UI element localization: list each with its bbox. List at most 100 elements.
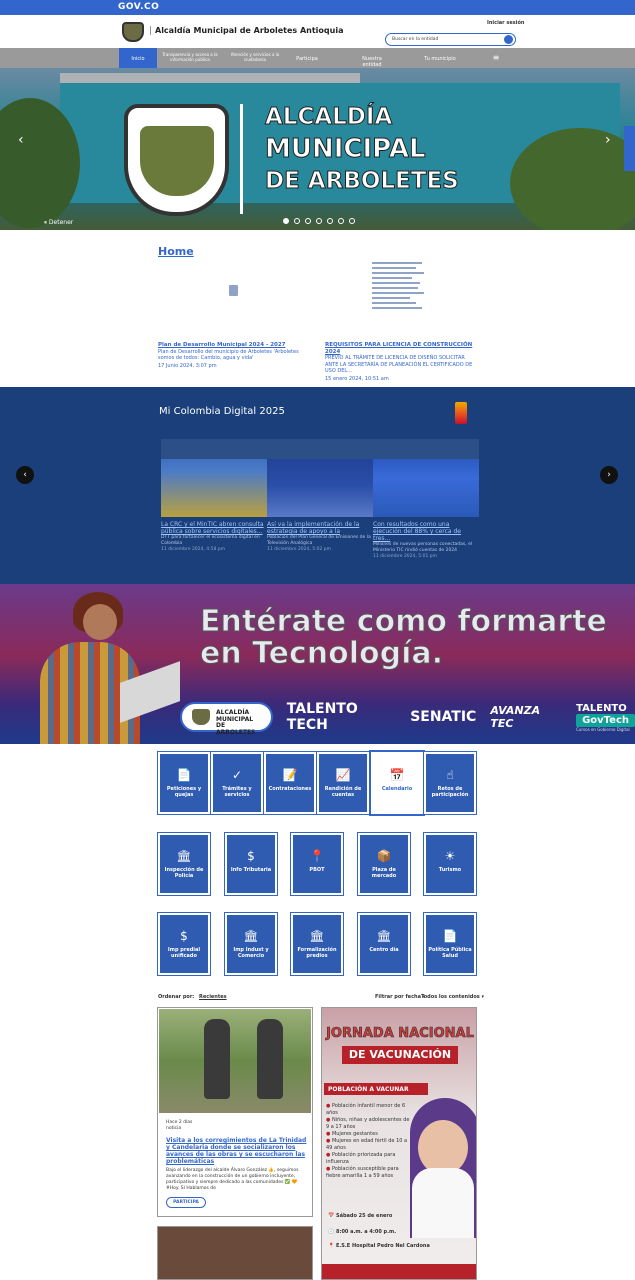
- slider-next-icon[interactable]: ›: [600, 466, 618, 484]
- mi-colombia-digital-section: Mi Colombia Digital 2025 La CRC y el Min…: [0, 387, 635, 584]
- post-title[interactable]: Visita a los corregimientos de La Trinid…: [166, 1137, 311, 1165]
- nav-item-municipio[interactable]: Tu municipio: [420, 48, 460, 68]
- card-title[interactable]: La CRC y el MinTIC abren consulta públic…: [161, 521, 267, 535]
- card-image: [267, 439, 373, 517]
- poster-title-2: DE VACUNACIÓN: [342, 1046, 458, 1064]
- tile-label: Retos de participación: [431, 786, 469, 798]
- nav-item-inicio[interactable]: Inicio: [119, 48, 157, 68]
- card-image-top: [161, 439, 267, 459]
- map-pin-icon: 📍: [309, 849, 325, 863]
- mintic-brand-icon: [455, 402, 467, 424]
- tile-label: Info Tributaria: [230, 867, 272, 873]
- login-link[interactable]: Iniciar sesión: [487, 20, 524, 26]
- news-item[interactable]: REQUISITOS PARA LICENCIA DE CONSTRUCCIÓN…: [325, 342, 477, 382]
- filter-by-date-select[interactable]: Filtrar por fecha ▾: [375, 994, 425, 1000]
- date-text: Sábado 25 de enero: [335, 1213, 393, 1219]
- pause-label: Detener: [48, 219, 74, 226]
- list-item: Población priorizada para influenza: [326, 1152, 414, 1166]
- card-summary: Población del Plan General de Emisiones …: [267, 535, 371, 546]
- hero-carousel[interactable]: ALCALDÍA MUNICIPAL DE ARBOLETES ‹ › ⏸ De…: [0, 68, 635, 230]
- news-item[interactable]: Plan de Desarrollo Municipal 2024 - 2027…: [158, 342, 308, 369]
- tile-tramites[interactable]: ✓ Trámites y servicios: [210, 751, 264, 815]
- news-title[interactable]: REQUISITOS PARA LICENCIA DE CONSTRUCCIÓN…: [325, 342, 477, 355]
- card-title[interactable]: Así va la implementación de la estrategi…: [267, 521, 373, 535]
- poster-title-1: JORNADA NACIONAL: [326, 1026, 474, 1042]
- alcaldia-logo-pill: ALCALDÍA MUNICIPAL DE ARBOLETES: [180, 702, 273, 735]
- search-input[interactable]: Buscar en la entidad: [385, 33, 516, 46]
- person-with-laptop-image: [25, 592, 180, 744]
- shield-inner: [140, 126, 214, 196]
- poster-time: 🕗 8:00 a.m. a 4:00 p.m.: [328, 1229, 397, 1235]
- news-card[interactable]: Con resultados como una ejecución del 88…: [373, 439, 479, 559]
- tile-retos[interactable]: ☝ Retos de participación: [423, 751, 477, 815]
- talento-tech-banner[interactable]: Entérate como formarte en Tecnología. AL…: [0, 584, 635, 744]
- tile-centro-dia[interactable]: 🏛 Centro día: [357, 912, 411, 976]
- carousel-dot[interactable]: [316, 218, 322, 224]
- building-icon: 🏛: [376, 929, 392, 943]
- senatic-logo: SENATIC: [410, 709, 477, 725]
- tile-inspeccion[interactable]: 🏛 Inspección de Policía: [157, 832, 211, 896]
- tile-rendicion[interactable]: 📈 Rendición de cuentas: [316, 751, 370, 815]
- carousel-dot[interactable]: [305, 218, 311, 224]
- news-summary: Plan de Desarrollo del municipio de Arbo…: [158, 348, 299, 362]
- gov-co-logo[interactable]: GOV.CO: [118, 2, 159, 12]
- tile-turismo[interactable]: ☀ Turismo: [423, 832, 477, 896]
- main-nav: Inicio Transparencia y acceso a la infor…: [0, 48, 635, 68]
- carousel-dots: [283, 218, 355, 224]
- carousel-dot[interactable]: [349, 218, 355, 224]
- news-card[interactable]: La CRC y el MinTIC abren consulta públic…: [161, 439, 267, 552]
- nav-item-entidad[interactable]: Nuestra entidad: [352, 48, 392, 68]
- content-type-select[interactable]: Todos los contenidos ▾: [421, 994, 484, 1000]
- news-card[interactable]: Así va la implementación de la estrategi…: [267, 439, 373, 552]
- tile-info-tributaria[interactable]: $ Info Tributaria: [224, 832, 278, 896]
- news-date: 15 enero 2024, 10:51 am: [325, 375, 389, 382]
- tile-peticiones[interactable]: 📄 Peticiones y quejas: [157, 751, 211, 815]
- carousel-dot[interactable]: [327, 218, 333, 224]
- tile-label: Imp Indust y Comercio: [233, 947, 269, 959]
- dollar-icon: $: [247, 849, 255, 863]
- building-icon: 🏛: [243, 929, 259, 943]
- carousel-dot[interactable]: [338, 218, 344, 224]
- list-item: Mujeres en edad fértil de 10 a 49 años: [326, 1138, 414, 1152]
- calendar-icon: 📅: [389, 768, 405, 782]
- site-name[interactable]: Alcaldía Municipal de Arboletes Antioqui…: [150, 26, 343, 35]
- carousel-dot[interactable]: [294, 218, 300, 224]
- tile-plaza-mercado[interactable]: 📦 Plaza de mercado: [357, 832, 411, 896]
- hero-title-line-1: ALCALDÍA: [264, 104, 393, 131]
- govtech-subtitle: Cursos en Gobierno Digital: [576, 726, 630, 732]
- carousel-pause-button[interactable]: ⏸ Detener: [44, 219, 73, 227]
- municipal-shield-logo[interactable]: [122, 22, 144, 42]
- tile-politica-salud[interactable]: 📄 Política Pública Salud: [423, 912, 477, 976]
- tile-formalizacion[interactable]: 🏛 Formalización predios: [290, 912, 344, 976]
- tile-imp-industria[interactable]: 🏛 Imp Indust y Comercio: [224, 912, 278, 976]
- tile-label: Contrataciones: [268, 786, 312, 792]
- building-icon: 🏛: [309, 929, 325, 943]
- tile-pbot[interactable]: 📍 PBOT: [290, 832, 344, 896]
- nav-item-transparencia[interactable]: Transparencia y acceso a la información …: [160, 48, 220, 68]
- post-card[interactable]: Hace 2 días noticia Visita a los corregi…: [157, 1007, 313, 1217]
- accessibility-toolbar[interactable]: [624, 126, 635, 171]
- slider-prev-icon[interactable]: ‹: [16, 466, 34, 484]
- card-image-top: [267, 439, 373, 459]
- carousel-prev-icon[interactable]: ‹: [18, 132, 24, 148]
- tile-imp-predial[interactable]: $ Imp predial unificado: [157, 912, 211, 976]
- tile-contrataciones[interactable]: 📝 Contrataciones: [263, 751, 317, 815]
- post-card-image[interactable]: [157, 1226, 313, 1280]
- vaccination-poster[interactable]: JORNADA NACIONAL DE VACUNACIÓN POBLACIÓN…: [321, 1007, 477, 1280]
- chart-icon: 📈: [335, 768, 351, 782]
- card-title[interactable]: Con resultados como una ejecución del 88…: [373, 521, 479, 542]
- talento-tech-logo: TALENTO TECH: [286, 701, 358, 733]
- search-icon[interactable]: [504, 35, 513, 44]
- list-item: Población susceptible para fiebre amaril…: [326, 1166, 414, 1180]
- participa-button[interactable]: PARTICIPA: [166, 1197, 206, 1208]
- news-title[interactable]: Plan de Desarrollo Municipal 2024 - 2027: [158, 342, 308, 349]
- menu-icon[interactable]: ≡: [486, 48, 506, 68]
- home-section-title[interactable]: Home: [158, 245, 194, 258]
- carousel-next-icon[interactable]: ›: [605, 132, 611, 148]
- tile-calendario[interactable]: 📅 Calendario: [369, 750, 425, 816]
- order-by-select[interactable]: Recientes: [199, 994, 227, 1000]
- carousel-dot[interactable]: [283, 218, 289, 224]
- nav-item-atencion[interactable]: Atención y servicios a la ciudadanía: [224, 48, 286, 68]
- nav-item-participa[interactable]: Participa: [290, 48, 324, 68]
- tile-label: Centro día: [369, 947, 399, 953]
